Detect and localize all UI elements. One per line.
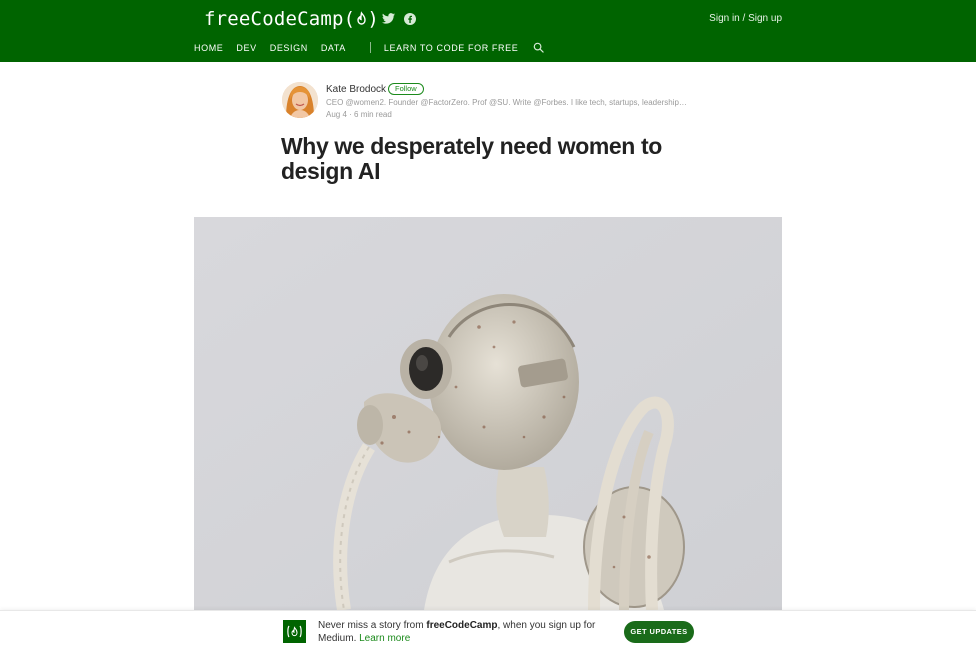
author-block: Kate Brodock Follow CEO @women2. Founder… [282, 82, 702, 122]
article-title: Why we desperately need women to design … [281, 133, 662, 184]
author-name[interactable]: Kate Brodock [326, 84, 386, 95]
nav-learn-to-code[interactable]: LEARN TO CODE FOR FREE [384, 43, 518, 53]
follow-button[interactable]: Follow [388, 83, 424, 95]
sign-in-link[interactable]: Sign in / Sign up [709, 13, 782, 24]
flame-icon [356, 11, 367, 27]
freecodecamp-logo-icon [283, 620, 306, 643]
avatar[interactable] [282, 82, 318, 118]
freecodecamp-logo[interactable]: freeCodeCamp( ) [204, 7, 379, 31]
nav-design[interactable]: DESIGN [270, 43, 308, 53]
social-links [382, 12, 416, 25]
logo-text: freeCodeCamp( [204, 8, 356, 30]
search-icon[interactable] [533, 42, 544, 53]
banner-brand: freeCodeCamp [426, 620, 498, 631]
banner-message: Never miss a story from freeCodeCamp, wh… [318, 619, 608, 645]
author-bio: CEO @women2. Founder @FactorZero. Prof @… [326, 98, 688, 107]
learn-more-link[interactable]: Learn more [359, 633, 410, 644]
nav-home[interactable]: HOME [194, 43, 223, 53]
top-navbar: freeCodeCamp( ) Sign in / Sign up HOME D… [0, 0, 976, 62]
get-updates-button[interactable]: GET UPDATES [624, 621, 694, 643]
hero-image [194, 217, 782, 610]
facebook-icon[interactable] [403, 12, 416, 25]
post-meta: Aug 4 · 6 min read [326, 110, 392, 119]
signup-banner: Never miss a story from freeCodeCamp, wh… [0, 610, 976, 650]
banner-text-before: Never miss a story from [318, 620, 427, 631]
nav-dev[interactable]: DEV [236, 43, 256, 53]
twitter-icon[interactable] [382, 12, 395, 25]
nav-data[interactable]: DATA [321, 43, 346, 53]
main-nav: HOME DEV DESIGN DATA LEARN TO CODE FOR F… [194, 41, 544, 54]
nav-divider [369, 42, 371, 53]
logo-paren: ) [367, 8, 379, 30]
